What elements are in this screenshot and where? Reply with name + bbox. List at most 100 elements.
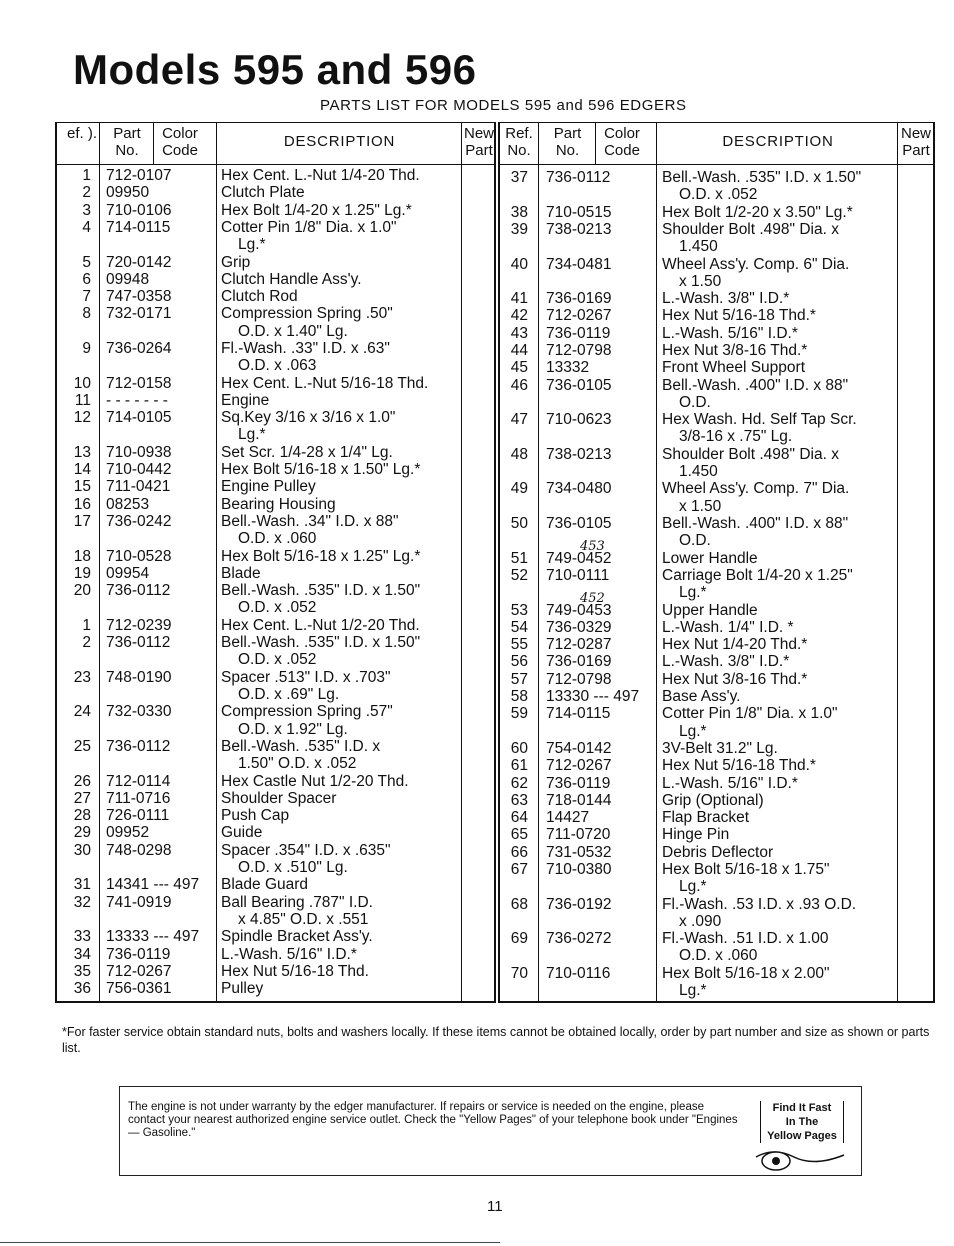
ref-number: 8 — [82, 305, 91, 323]
description-line: Spacer .513" I.D. x .703" — [221, 668, 391, 686]
ref-number: 41 — [510, 290, 528, 308]
description-line: Hex Castle Nut 1/2-20 Thd. — [221, 772, 409, 790]
description-line: Upper Handle — [662, 601, 758, 619]
description-line: Bearing Housing — [221, 495, 336, 513]
table-row: 15 711-0421 Engine Pulley — [57, 478, 494, 495]
table-row: 12 714-0105 Sq.Key 3/16 x 3/16 x 1.0" Lg.* — [57, 409, 494, 444]
description-line: Clutch Plate — [221, 184, 305, 202]
ref-number: 32 — [73, 893, 91, 911]
description-line: Hex Bolt 5/16-18 x 1.25" Lg.* — [221, 547, 421, 565]
part-number: 14341 --- 497 — [106, 876, 200, 894]
table-row: 51 749-0452 453 Lower Handle — [500, 539, 933, 567]
part-number: 09950 — [106, 184, 150, 202]
table-row: 70 710-0116 Hex Bolt 5/16-18 x 2.00" Lg.* — [500, 965, 933, 1000]
description-line: 1.450 — [679, 463, 718, 481]
description-line: Lg.* — [679, 878, 707, 896]
engine-warranty-notice: The engine is not under warranty by the … — [119, 1086, 862, 1176]
part-number: 736-0105 — [546, 376, 612, 394]
ref-number: 64 — [510, 809, 528, 827]
ref-number: 37 — [510, 169, 528, 186]
ref-number: 26 — [73, 772, 91, 790]
description-line: Engine Pulley — [221, 478, 316, 496]
ref-number: 31 — [73, 876, 91, 894]
ref-number: 65 — [510, 826, 528, 844]
header-ref: Ref. No. — [505, 125, 533, 159]
ref-number: 36 — [73, 980, 91, 998]
description-line: Hex Bolt 5/16-18 x 1.50" Lg.* — [221, 461, 421, 479]
description-line: Push Cap — [221, 807, 290, 825]
description-line: Wheel Ass'y. Comp. 6" Dia. — [662, 255, 850, 273]
description-line: Spindle Bracket Ass'y. — [221, 928, 373, 946]
description-line: x 1.50 — [679, 497, 722, 515]
ref-number: 4 — [82, 218, 91, 236]
table-row: 63 718-0144 Grip (Optional) — [500, 792, 933, 809]
table-row: 44 712-0798 Hex Nut 3/8-16 Thd.* — [500, 342, 933, 359]
ref-number: 2 — [82, 634, 91, 652]
table-row: 39 738-0213 Shoulder Bolt .498" Dia. x 1.45… — [500, 221, 933, 256]
ref-number: 50 — [510, 515, 528, 532]
header-color: Color Code — [162, 125, 198, 159]
description-line: Hex Wash. Hd. Self Tap Scr. — [662, 411, 857, 429]
table-row: 37 736-0112 Bell.-Wash. .535" I.D. x 1.50"… — [500, 169, 933, 204]
part-number: 736-0119 — [546, 774, 611, 792]
table-row: 4 714-0115 Cotter Pin 1/8" Dia. x 1.0" Lg.* — [57, 219, 494, 254]
description-line: Guide — [221, 824, 263, 842]
part-number: 748-0298 — [106, 841, 172, 859]
description-line: Bell.-Wash. .400" I.D. x 88" — [662, 515, 849, 532]
part-number: 736-0112 — [106, 737, 171, 755]
ref-number: 62 — [510, 774, 528, 792]
description-line: Hex Cent. L.-Nut 5/16-18 Thd. — [221, 374, 429, 392]
description-line: Blade Guard — [221, 876, 309, 894]
ref-number: 44 — [510, 342, 528, 359]
part-number: 736-0105 — [546, 515, 612, 532]
handwritten-correction: 453 — [580, 538, 605, 554]
table-row: 49 734-0480 Wheel Ass'y. Comp. 7" Dia. x 1.… — [500, 480, 933, 515]
ref-number: 16 — [73, 495, 91, 513]
description-line: Fl.-Wash. .51 I.D. x 1.00 — [662, 930, 829, 948]
ref-number: 55 — [510, 636, 528, 654]
part-number: 732-0171 — [106, 305, 172, 323]
ref-number: 59 — [510, 705, 528, 723]
ref-number: 23 — [73, 668, 91, 686]
table-row: 19 09954 Blade — [57, 565, 494, 582]
footnote: *For faster service obtain standard nuts… — [62, 1025, 930, 1055]
part-number: 710-0106 — [106, 201, 172, 219]
ref-number: 13 — [73, 443, 91, 461]
ref-number: 61 — [510, 757, 528, 775]
ref-number: 63 — [510, 791, 528, 809]
part-number: 714-0105 — [106, 409, 172, 427]
ref-number: 14 — [73, 461, 91, 479]
description-line: Bell.-Wash. .535" I.D. x 1.50" — [662, 169, 862, 186]
description-line: O.D. x .060 — [679, 947, 758, 965]
ref-number: 5 — [82, 253, 91, 271]
table-row: 61 712-0267 Hex Nut 5/16-18 Thd.* — [500, 757, 933, 774]
ref-number: 30 — [73, 841, 91, 859]
part-number: 736-0112 — [546, 169, 611, 186]
description-line: Blade — [221, 564, 261, 582]
description-line: Wheel Ass'y. Comp. 7" Dia. — [662, 480, 850, 498]
table-row: 62 736-0119 L.-Wash. 5/16" I.D.* — [500, 775, 933, 792]
part-number: 738-0213 — [546, 445, 612, 463]
description-line: Lg.* — [679, 982, 707, 1000]
part-number: - - - - - - - — [106, 391, 168, 409]
part-number: 712-0114 — [106, 772, 171, 790]
part-number: 754-0142 — [546, 739, 612, 757]
ref-number: 69 — [510, 930, 528, 948]
part-number: 736-0169 — [546, 290, 612, 308]
ref-number: 9 — [82, 340, 91, 357]
ref-number: 47 — [510, 411, 528, 429]
table-row: 67 710-0380 Hex Bolt 5/16-18 x 1.75" Lg.* — [500, 861, 933, 896]
table-row: 3 710-0106 Hex Bolt 1/4-20 x 1.25" Lg.* — [57, 202, 494, 219]
table-row: 45 13332 Front Wheel Support — [500, 359, 933, 376]
table-row: 1 712-0107 Hex Cent. L.-Nut 1/4-20 Thd. — [57, 167, 494, 184]
description-line: O.D. x .69" Lg. — [238, 685, 340, 703]
part-number: 710-0623 — [546, 411, 612, 429]
table-row: 20 736-0112 Bell.-Wash. .535" I.D. x 1.50"… — [57, 582, 494, 617]
part-number: 710-0938 — [106, 443, 172, 461]
table-row: 54 736-0329 L.-Wash. 1/4" I.D. * — [500, 619, 933, 636]
ref-number: 35 — [73, 962, 91, 980]
description-line: Bell.-Wash. .535" I.D. x 1.50" — [221, 582, 421, 600]
description-line: Fl.-Wash. .53 I.D. x .93 O.D. — [662, 895, 857, 913]
header-new-part: New Part — [900, 125, 931, 159]
ref-number: 42 — [510, 307, 528, 325]
